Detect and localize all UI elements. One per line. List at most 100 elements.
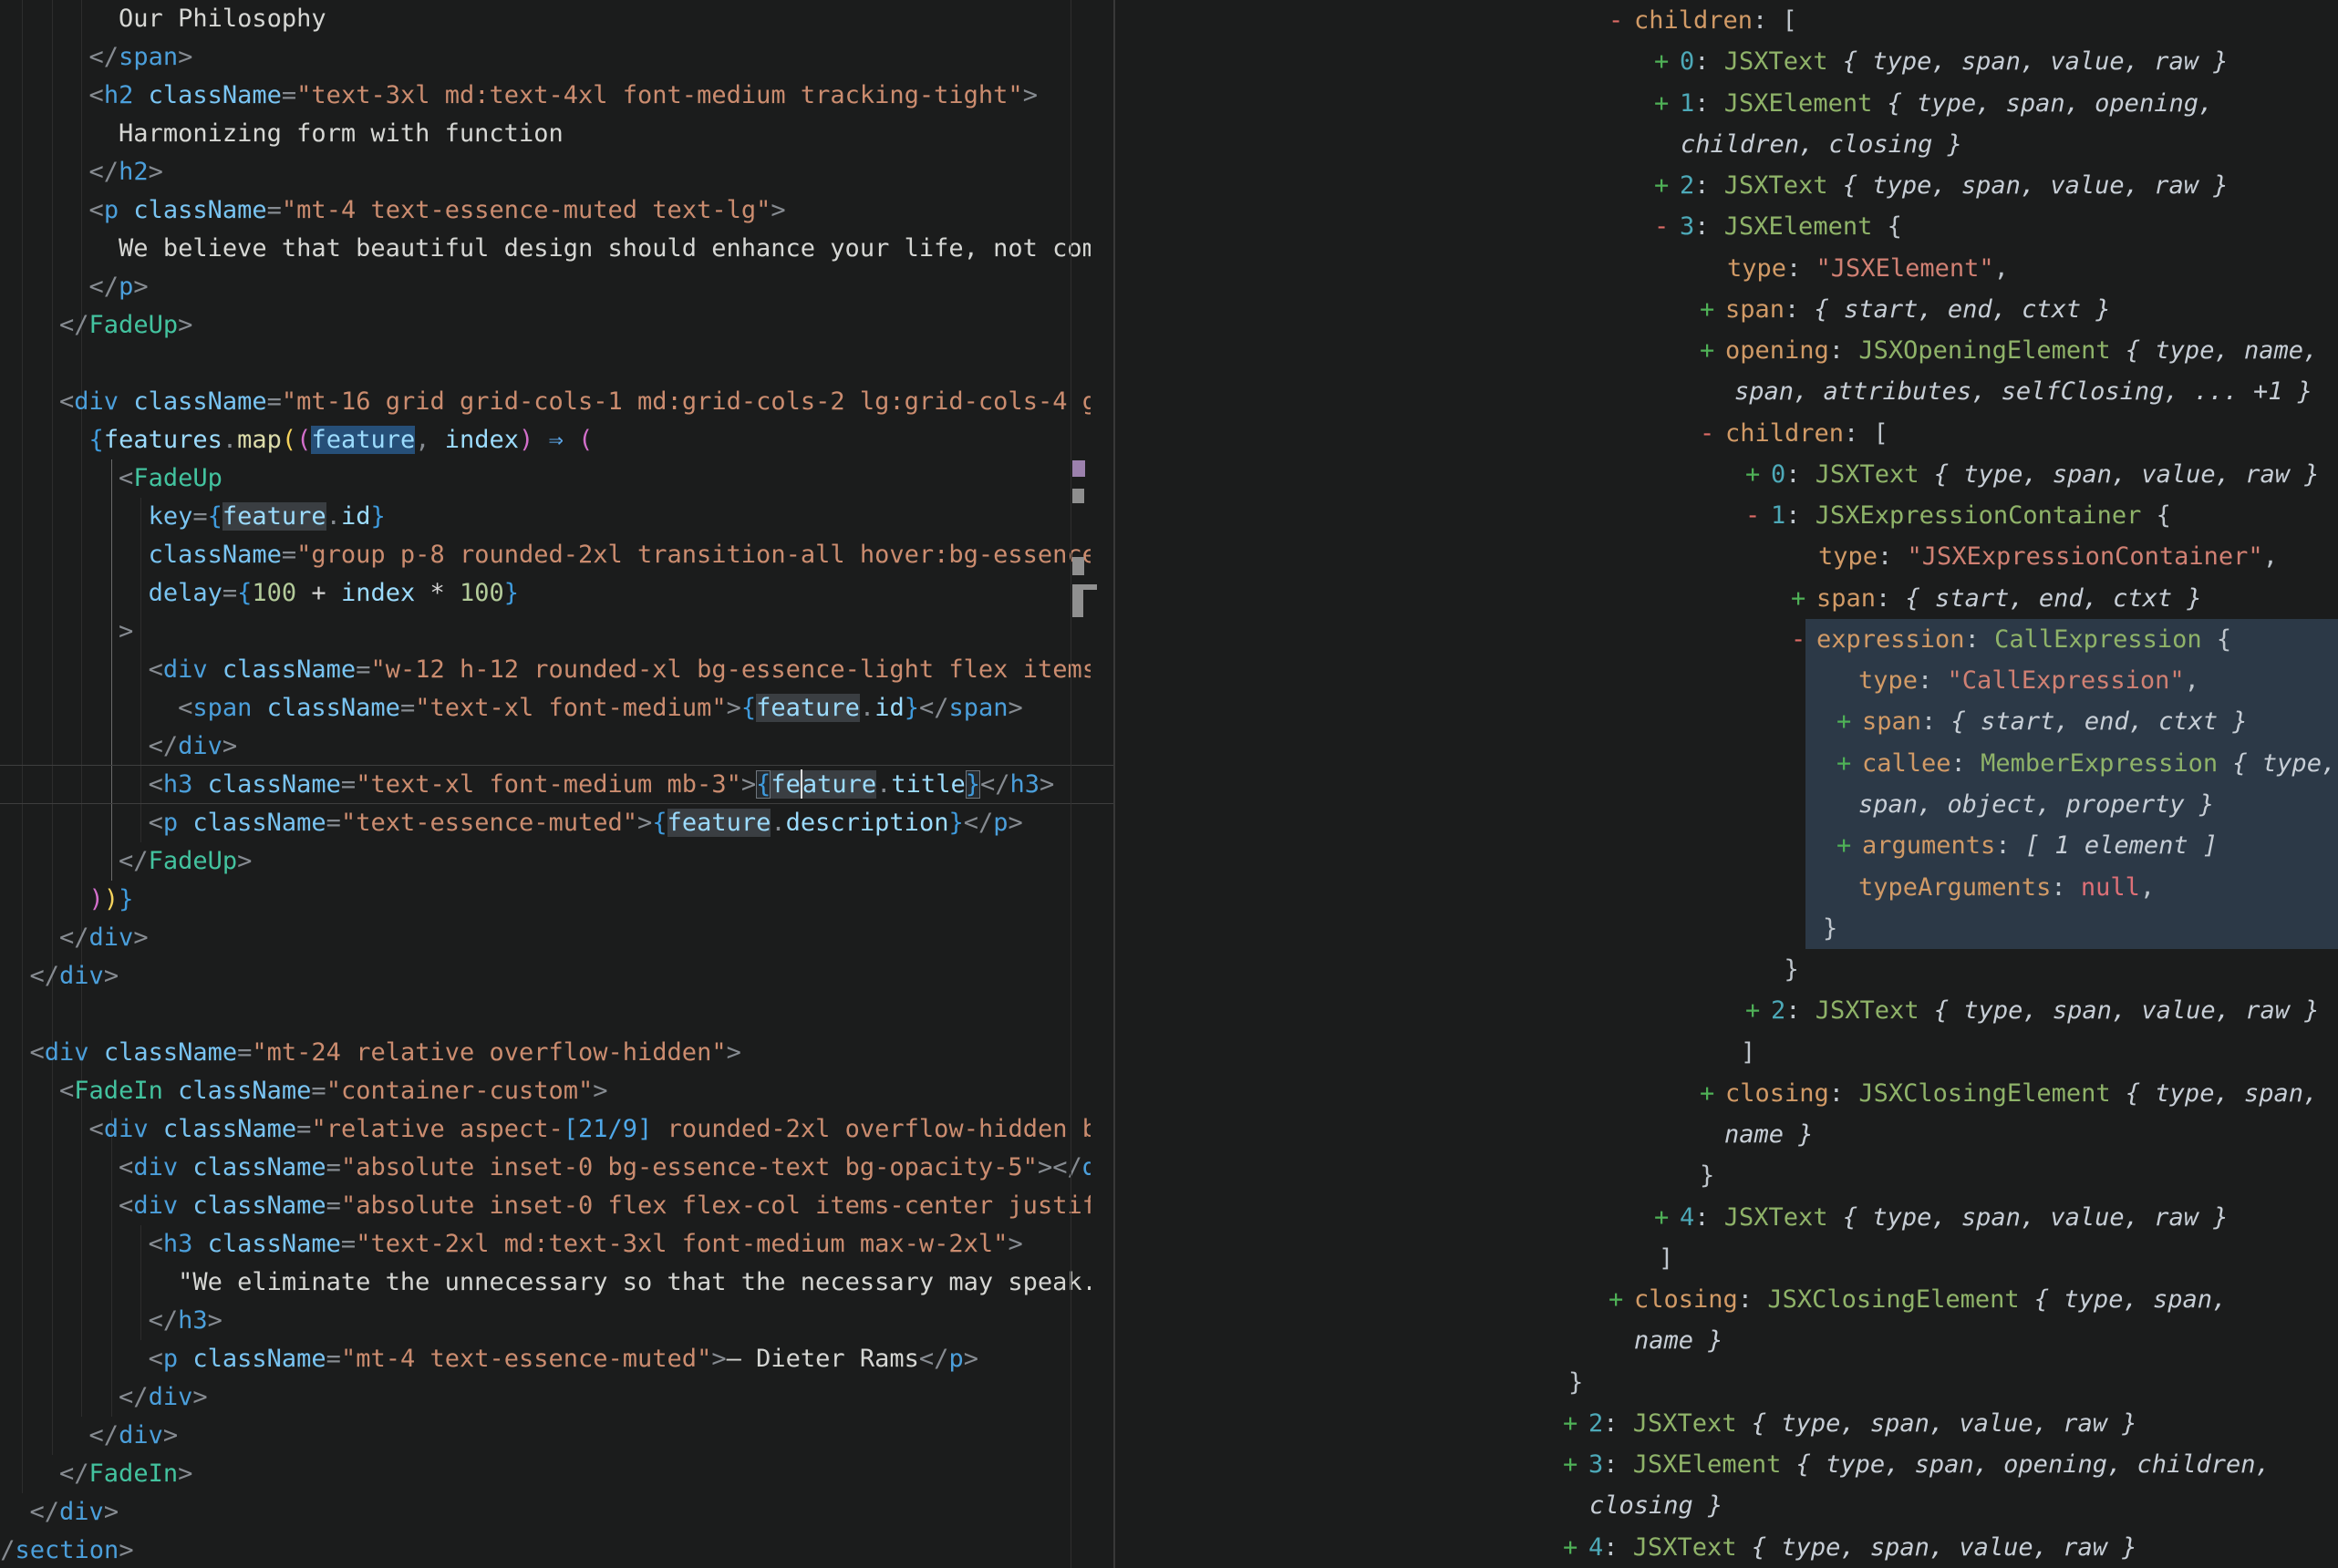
ast-node-row[interactable]: -3: JSXElement { [1116,206,1902,247]
ast-node-row[interactable]: name } [1116,1114,1814,1155]
code-editor-pane[interactable]: Our Philosophy </span> <h2 className="te… [0,0,1114,1568]
ast-node-row[interactable]: +span: { start, end, ctxt } [1116,701,2248,742]
ast-node-row[interactable]: -1: JSXExpressionContainer { [1116,495,2171,536]
ast-node-row[interactable]: } [1116,1362,1583,1403]
code-line[interactable]: <p className="text-essence-muted">{featu… [0,804,1023,842]
code-line[interactable]: </div> [0,1378,208,1417]
expand-toggle-icon[interactable]: + [1700,289,1725,330]
code-line[interactable]: className="group p-8 rounded-2xl transit… [0,536,1091,574]
ast-node-row[interactable]: children, closing } [1116,124,1962,165]
ast-node-row[interactable]: +opening: JSXOpeningElement { type, name… [1116,330,2318,371]
collapse-toggle-icon[interactable]: - [1700,413,1725,454]
code-line[interactable]: </div> [0,957,119,995]
ast-node-row[interactable]: ] [1116,1238,1673,1279]
code-line[interactable]: </FadeUp> [0,842,252,881]
ast-node-row[interactable]: -expression: CallExpression { [1116,619,2231,660]
expand-toggle-icon[interactable]: + [1745,990,1771,1031]
code-line[interactable]: delay={100 + index * 100} [0,574,519,613]
code-line[interactable]: key={feature.id} [0,498,386,536]
code-line[interactable]: <div className="w-12 h-12 rounded-xl bg-… [0,651,1091,689]
collapse-toggle-icon[interactable]: - [1745,495,1771,536]
expand-toggle-icon[interactable]: + [1563,1403,1588,1444]
code-line[interactable]: <h3 className="text-2xl md:text-3xl font… [0,1225,1023,1264]
code-line[interactable]: <div className="mt-16 grid grid-cols-1 m… [0,383,1091,421]
expand-toggle-icon[interactable]: + [1836,743,1862,784]
ast-node-row[interactable]: span, attributes, selfClosing, ... +1 } [1116,371,2312,412]
code-line[interactable]: </h2> [0,153,163,191]
collapse-toggle-icon[interactable]: - [1791,619,1816,660]
code-line[interactable]: </FadeIn> [0,1455,192,1493]
ast-node-row[interactable]: -children: [ [1116,0,1797,41]
expand-toggle-icon[interactable]: + [1836,701,1862,742]
code-line[interactable]: <div className="absolute inset-0 bg-esse… [0,1149,1091,1187]
code-line[interactable]: </h3> [0,1302,222,1340]
ast-node-row[interactable]: +2: JSXText { type, span, value, raw } [1116,990,2319,1031]
ast-node-row[interactable]: +span: { start, end, ctxt } [1116,578,2202,619]
ast-node-row[interactable]: ] [1116,1032,1755,1073]
code-line[interactable]: <div className="mt-24 relative overflow-… [0,1034,741,1072]
code-line[interactable]: Our Philosophy [0,0,326,38]
code-line[interactable]: <p className="mt-4 text-essence-muted te… [0,191,786,230]
ast-node-row[interactable]: +4: JSXText { type, span, value, raw } [1116,1197,2228,1238]
code-line[interactable]: <span className="text-xl font-medium">{f… [0,689,1023,727]
code-line[interactable]: </div> [0,727,237,766]
ast-node-row[interactable]: +2: JSXText { type, span, value, raw } [1116,1403,2136,1444]
expand-toggle-icon[interactable]: + [1563,1444,1588,1485]
ast-node-row[interactable]: +3: JSXElement { type, span, opening, ch… [1116,1444,2271,1485]
ast-node-row[interactable]: typeArguments: null, [1116,867,2155,908]
code-line[interactable]: </FadeUp> [0,306,192,345]
ast-node-row[interactable]: +closing: JSXClosingElement { type, span… [1116,1073,2318,1114]
ast-node-row[interactable]: type: "JSXElement", [1116,248,2009,289]
ast-node-row[interactable]: closing } [1116,1485,1722,1526]
collapse-toggle-icon[interactable]: - [1609,0,1634,41]
code-line[interactable]: <FadeUp [0,459,222,498]
code-line[interactable]: <div className="absolute inset-0 flex fl… [0,1187,1091,1225]
ast-tree-panel[interactable]: -children: [+0: JSXText { type, span, va… [1116,0,2338,1568]
code-line[interactable]: </section> [0,1532,134,1568]
expand-toggle-icon[interactable]: + [1563,1527,1588,1568]
pane-divider[interactable] [1113,0,1115,1568]
expand-toggle-icon[interactable]: + [1654,41,1680,82]
code-line[interactable]: </div> [0,919,149,957]
code-line[interactable]: <div className="relative aspect-[21/9] r… [0,1110,1091,1149]
ast-node-row[interactable]: type: "JSXExpressionContainer", [1116,536,2278,577]
ast-node-row[interactable]: +arguments: [ 1 element ] [1116,825,2218,866]
ast-node-row[interactable]: +4: JSXText { type, span, value, raw } [1116,1527,2136,1568]
ast-node-row[interactable]: +callee: MemberExpression { type, [1116,743,2336,784]
ast-node-row[interactable]: +2: JSXText { type, span, value, raw } [1116,165,2228,206]
ast-node-row[interactable]: +0: JSXText { type, span, value, raw } [1116,454,2319,495]
ast-node-row[interactable]: } [1116,908,1837,949]
ast-node-row[interactable]: +closing: JSXClosingElement { type, span… [1116,1279,2227,1320]
code-line[interactable]: We believe that beautiful design should … [0,230,1091,268]
ast-node-row[interactable]: +1: JSXElement { type, span, opening, [1116,83,2213,124]
expand-toggle-icon[interactable]: + [1745,454,1771,495]
code-line[interactable]: Harmonizing form with function [0,115,564,153]
code-line[interactable]: <p className="mt-4 text-essence-muted">—… [0,1340,978,1378]
code-line[interactable]: "We eliminate the unnecessary so that th… [0,1264,1091,1302]
expand-toggle-icon[interactable]: + [1609,1279,1634,1320]
expand-toggle-icon[interactable]: + [1700,330,1725,371]
ast-node-row[interactable]: span, object, property } [1116,784,2214,825]
expand-toggle-icon[interactable]: + [1654,83,1680,124]
expand-toggle-icon[interactable]: + [1836,825,1862,866]
code-line[interactable]: > [0,613,133,651]
ast-node-row[interactable]: type: "CallExpression", [1116,660,2199,701]
expand-toggle-icon[interactable]: + [1654,1197,1680,1238]
code-line-active[interactable]: <h3 className="text-xl font-medium mb-3"… [0,766,1054,804]
ast-node-row[interactable]: } [1116,949,1799,990]
code-line[interactable]: {features.map((feature, index) ⇒ ( [0,421,593,459]
expand-toggle-icon[interactable]: + [1700,1073,1725,1114]
code-line[interactable]: </span> [0,38,192,77]
ast-node-row[interactable]: } [1116,1155,1714,1196]
code-line[interactable]: </div> [0,1493,119,1532]
code-line[interactable]: <FadeIn className="container-custom"> [0,1072,608,1110]
code-line[interactable]: </p> [0,268,149,306]
ast-node-row[interactable]: +span: { start, end, ctxt } [1116,289,2111,330]
ast-node-row[interactable]: -children: [ [1116,413,1888,454]
expand-toggle-icon[interactable]: + [1654,165,1680,206]
ast-node-row[interactable]: +0: JSXText { type, span, value, raw } [1116,41,2228,82]
expand-toggle-icon[interactable]: + [1791,578,1816,619]
code-line[interactable]: </div> [0,1417,178,1455]
ast-node-row[interactable]: name } [1116,1320,1723,1361]
collapse-toggle-icon[interactable]: - [1654,206,1680,247]
